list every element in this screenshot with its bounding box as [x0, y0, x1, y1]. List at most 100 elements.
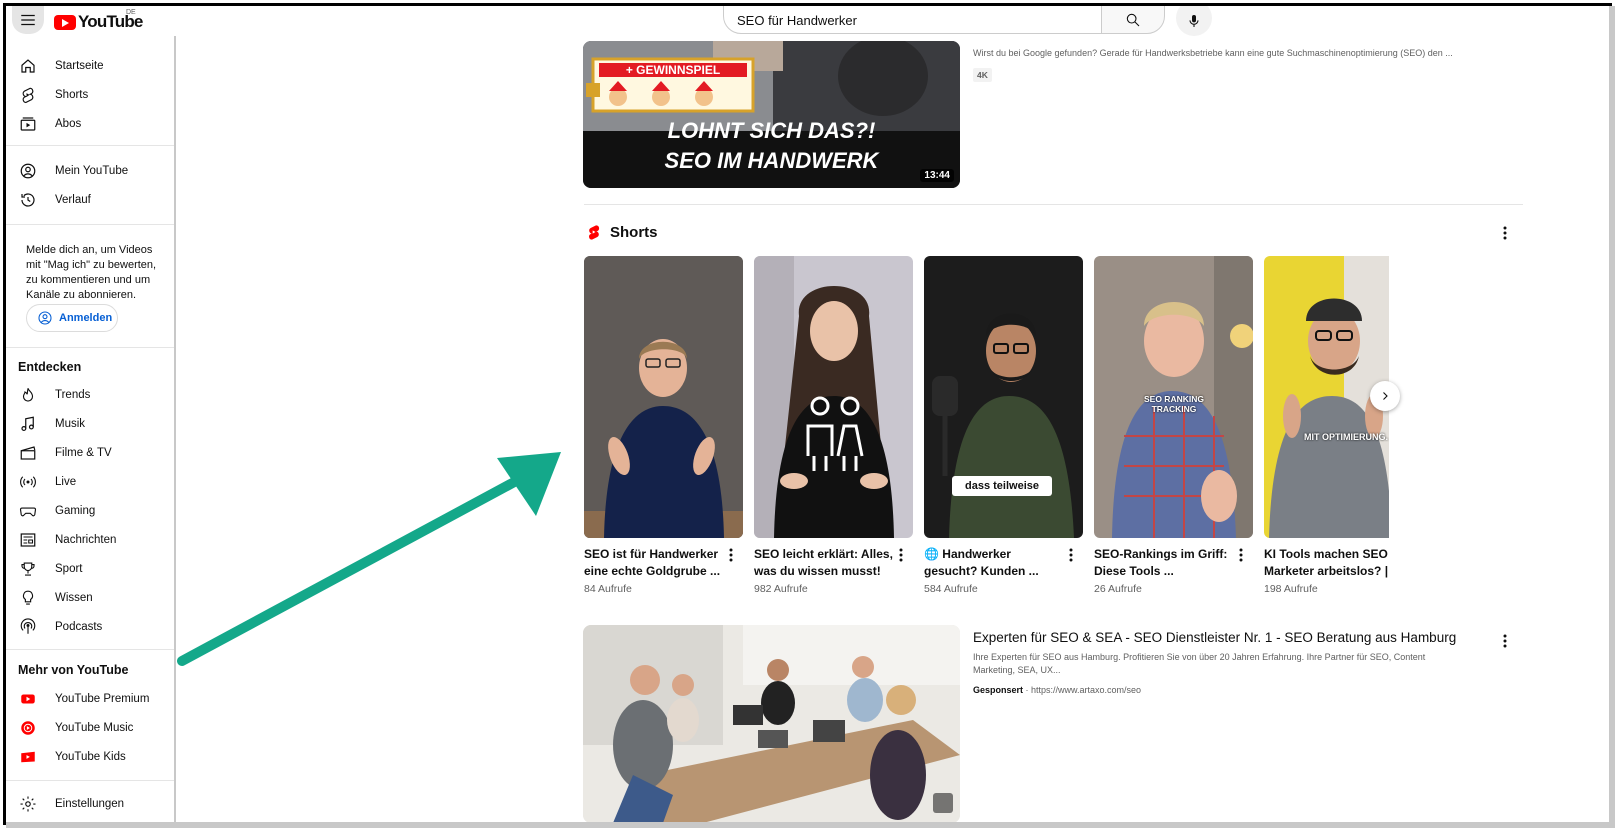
sidebar-divider — [6, 780, 174, 781]
sidebar: Startseite Shorts Abos Mein YouTube Verl… — [6, 36, 176, 822]
short-menu-icon[interactable] — [723, 546, 739, 564]
account-icon — [38, 311, 52, 325]
search-input[interactable] — [724, 6, 1114, 33]
sidebar-item-news[interactable]: Nachrichten — [6, 525, 174, 555]
ad-menu-icon[interactable] — [1497, 632, 1513, 650]
sidebar-item-home[interactable]: Startseite — [6, 51, 174, 81]
ad-url[interactable]: https://www.artaxo.com/seo — [1031, 685, 1141, 695]
shorts-icon — [18, 85, 38, 105]
signin-button[interactable]: Anmelden — [26, 304, 118, 332]
account-icon — [18, 161, 38, 181]
short-caption-overlay: SEO RANKING TRACKING — [1144, 394, 1204, 414]
voice-search-button[interactable] — [1176, 6, 1212, 36]
sidebar-item-youtube-premium[interactable]: YouTube Premium — [6, 684, 174, 714]
short-card[interactable]: SEO RANKING TRACKING SEO-Rankings im Gri… — [1094, 256, 1253, 595]
sidebar-item-live[interactable]: Live — [6, 467, 174, 497]
window-shadow — [6, 822, 1615, 828]
sidebar-item-settings[interactable]: Einstellungen — [6, 789, 174, 819]
sport-icon — [18, 559, 38, 579]
home-icon — [18, 56, 38, 76]
sponsored-label: Gesponsert — [973, 685, 1024, 695]
sidebar-item-shorts[interactable]: Shorts — [6, 80, 174, 110]
sidebar-divider — [6, 347, 174, 348]
podcast-icon — [18, 617, 38, 637]
short-menu-icon[interactable] — [893, 546, 909, 564]
learning-icon — [18, 588, 38, 608]
short-title[interactable]: SEO leicht erklärt: Alles, was du wissen… — [754, 546, 894, 580]
thumbnail-headline-1: LOHNT SICH DAS?! — [668, 118, 876, 143]
short-thumbnail[interactable]: dass teilweise — [924, 256, 1083, 538]
sidebar-divider — [6, 224, 174, 225]
short-card[interactable]: SEO ist für Handwerker eine echte Goldgr… — [584, 256, 743, 595]
news-icon — [18, 530, 38, 550]
sidebar-item-gaming[interactable]: Gaming — [6, 496, 174, 526]
sidebar-item-sport[interactable]: Sport — [6, 554, 174, 584]
thumbnail-image: LOHNT SICH DAS?! SEO IM HANDWERK + GEWIN… — [583, 41, 960, 188]
sidebar-item-you[interactable]: Mein YouTube — [6, 156, 174, 186]
shorts-shelf-header: Shorts — [586, 223, 658, 241]
trending-icon — [18, 385, 38, 405]
youtube-premium-icon — [18, 689, 38, 709]
sidebar-item-subscriptions[interactable]: Abos — [6, 109, 174, 139]
sidebar-item-history[interactable]: Verlauf — [6, 185, 174, 215]
sidebar-item-music[interactable]: Musik — [6, 409, 174, 439]
menu-icon[interactable] — [12, 6, 44, 34]
short-views: 26 Aufrufe — [1094, 583, 1142, 595]
subscriptions-icon — [18, 114, 38, 134]
sidebar-item-podcasts[interactable]: Podcasts — [6, 612, 174, 642]
sidebar-item-youtube-music[interactable]: YouTube Music — [6, 713, 174, 743]
sidebar-divider — [6, 649, 174, 650]
short-title[interactable]: SEO-Rankings im Griff: Diese Tools ... — [1094, 546, 1234, 580]
history-icon — [18, 190, 38, 210]
youtube-play-icon — [54, 14, 76, 30]
short-views: 198 Aufrufe — [1264, 583, 1318, 595]
shelf-next-button[interactable] — [1370, 381, 1400, 411]
ad-description: Ihre Experten für SEO aus Hamburg. Profi… — [973, 652, 1426, 675]
ad-meta: Gesponsert · https://www.artaxo.com/seo — [973, 685, 1142, 695]
thumbnail-badge: + GEWINNSPIEL — [626, 63, 720, 77]
country-code: DE — [126, 9, 136, 16]
youtube-music-icon — [18, 718, 38, 738]
movies-icon — [18, 443, 38, 463]
sidebar-item-movies[interactable]: Filme & TV — [6, 438, 174, 468]
short-thumbnail[interactable] — [754, 256, 913, 538]
short-views: 982 Aufrufe — [754, 583, 808, 595]
youtube-kids-icon — [18, 747, 38, 767]
sidebar-divider — [6, 145, 174, 146]
live-icon — [18, 472, 38, 492]
short-title[interactable]: SEO ist für Handwerker eine echte Goldgr… — [584, 546, 724, 580]
signin-prompt: Melde dich an, um Videos mit "Mag ich" z… — [26, 244, 157, 301]
video-thumbnail[interactable]: LOHNT SICH DAS?! SEO IM HANDWERK + GEWIN… — [583, 41, 960, 188]
short-card[interactable]: dass teilweise 🌐 Handwerker gesucht? Kun… — [924, 256, 1083, 595]
browser-frame: YouTube DE Startseite Shorts Abos — [3, 3, 1612, 825]
shelf-menu-icon[interactable] — [1497, 224, 1513, 242]
sidebar-item-learning[interactable]: Wissen — [6, 583, 174, 613]
search-button[interactable] — [1101, 6, 1165, 34]
short-title[interactable]: KI Tools machen SEO Marketer arbeitslos?… — [1264, 546, 1389, 580]
short-card[interactable]: SEO leicht erklärt: Alles, was du wissen… — [754, 256, 913, 595]
short-caption-overlay: dass teilweise — [965, 480, 1039, 492]
section-divider — [584, 204, 1523, 205]
short-menu-icon[interactable] — [1063, 546, 1079, 564]
gear-icon — [18, 794, 38, 814]
thumbnail-image — [584, 256, 743, 538]
sidebar-item-trending[interactable]: Trends — [6, 380, 174, 410]
video-duration: 13:44 — [920, 169, 954, 182]
thumbnail-image — [754, 256, 913, 538]
search-icon — [1126, 13, 1140, 27]
short-menu-icon[interactable] — [1233, 546, 1249, 564]
short-thumbnail[interactable] — [584, 256, 743, 538]
sidebar-item-youtube-kids[interactable]: YouTube Kids — [6, 742, 174, 772]
short-caption-overlay: MIT OPTIMIERUNG. — [1304, 432, 1388, 442]
short-title[interactable]: 🌐 Handwerker gesucht? Kunden ... — [924, 546, 1064, 580]
thumbnail-image — [583, 625, 960, 822]
thumbnail-headline-2: SEO IM HANDWERK — [665, 148, 881, 173]
video-description: Wirst du bei Google gefunden? Gerade für… — [973, 48, 1453, 58]
ad-thumbnail[interactable] — [583, 625, 960, 822]
search-box[interactable] — [723, 6, 1143, 34]
short-thumbnail[interactable]: SEO RANKING TRACKING — [1094, 256, 1253, 538]
quality-badge: 4K — [973, 68, 992, 82]
short-card[interactable]: MIT OPTIMIERUNG. KI Tools machen SEO Mar… — [1264, 256, 1389, 595]
ad-title[interactable]: Experten für SEO & SEA - SEO Dienstleist… — [973, 630, 1456, 645]
shorts-logo-icon — [589, 225, 600, 240]
